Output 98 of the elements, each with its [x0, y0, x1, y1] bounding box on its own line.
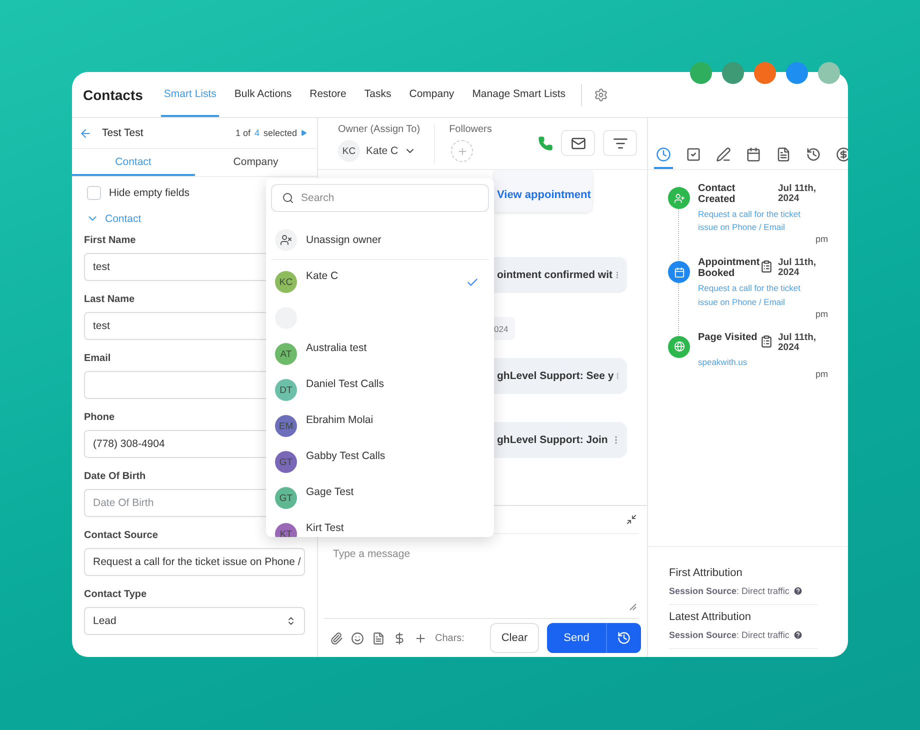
char-count: Chars:: [435, 632, 464, 644]
user-avatar[interactable]: [786, 62, 808, 84]
help-icon[interactable]: [793, 586, 804, 596]
dollar-icon[interactable]: [393, 632, 406, 644]
plus-icon: [456, 146, 468, 156]
event-date: Jul 11th, 2024: [778, 258, 818, 278]
event-date: Jul 11th, 2024: [778, 184, 818, 204]
owner-select[interactable]: KC Kate C: [338, 140, 420, 162]
collapse-icon[interactable]: [626, 514, 637, 525]
detail-tab[interactable]: Company: [194, 149, 317, 176]
user-avatar: DT: [275, 379, 297, 401]
user-name: Daniel Test Calls: [306, 378, 386, 390]
search-placeholder: Search: [301, 192, 334, 204]
field-label: Date Of Birth: [84, 471, 146, 482]
message-text: ointment confirmed wit: [497, 269, 612, 281]
user-name: Kate C: [306, 270, 340, 282]
select-field[interactable]: Lead: [84, 607, 305, 635]
pager-text: 1 of: [235, 128, 250, 138]
checkbox-label: Hide empty fields: [109, 187, 190, 199]
event-time: pm: [814, 368, 829, 379]
field-label: Contact Source: [84, 530, 158, 541]
user-avatar: GT: [275, 487, 297, 509]
nav-tab[interactable]: Company: [406, 72, 458, 117]
user-avatar[interactable]: [690, 62, 712, 84]
activity-tab[interactable]: [654, 147, 673, 169]
plus-icon[interactable]: [414, 632, 427, 644]
mail-icon: [570, 136, 586, 150]
attach-icon[interactable]: [330, 632, 343, 644]
updown-icon: [286, 616, 296, 626]
nav-tab[interactable]: Bulk Actions: [231, 72, 295, 117]
field-label: Phone: [84, 412, 115, 423]
event-title: Appointment Booked: [698, 258, 760, 280]
search-icon: [282, 192, 294, 204]
nav-tab[interactable]: Manage Smart Lists: [469, 72, 569, 117]
message-text: ghLevel Support: Join: [497, 434, 608, 446]
filter-icon: [612, 136, 628, 150]
user-name: Ebrahim Molai: [306, 414, 374, 426]
user-avatar[interactable]: [818, 62, 840, 84]
session-source: Session Source: Direct traffic: [669, 586, 790, 596]
back-arrow-icon[interactable]: [79, 126, 92, 140]
event-title: Contact Created: [698, 184, 736, 205]
unassign-item[interactable]: Unassign owner: [271, 220, 489, 260]
clipboard-icon[interactable]: [760, 260, 773, 274]
nav-tab[interactable]: Tasks: [361, 72, 394, 117]
attribution-title: Latest Attribution: [669, 611, 752, 623]
email-button[interactable]: [561, 130, 595, 156]
user-name: Gabby Test Calls: [306, 450, 386, 462]
user-avatar: KT: [275, 523, 297, 537]
attribution-title: First Attribution: [669, 567, 744, 579]
owner-label: Owner (Assign To): [338, 124, 420, 135]
user-avatar[interactable]: [722, 62, 744, 84]
user-avatar: GT: [275, 451, 297, 473]
help-icon[interactable]: [793, 630, 804, 640]
date-text: 024: [494, 324, 508, 334]
field-label: Last Name: [84, 294, 135, 305]
pager-count: 4: [254, 128, 260, 138]
filter-button[interactable]: [603, 130, 637, 156]
user-remove-icon: [280, 234, 292, 246]
checkbox[interactable]: [87, 186, 101, 200]
view-appointment-link[interactable]: View appointment: [497, 189, 591, 201]
event-time: pm: [814, 308, 829, 319]
clipboard-icon[interactable]: [760, 334, 773, 348]
schedule-button[interactable]: [607, 623, 641, 653]
pager-text: selected: [263, 128, 297, 138]
resize-grip-icon[interactable]: [629, 603, 637, 611]
message-text: ghLevel Support: See y: [497, 370, 614, 382]
clear-button[interactable]: Clear: [490, 623, 539, 653]
user-item[interactable]: KT Kirt Test: [271, 516, 489, 537]
user-avatar: EM: [275, 415, 297, 437]
settings-icon[interactable]: [594, 88, 608, 102]
contact-name: Test Test: [102, 127, 144, 140]
message-placeholder: Type a message: [333, 548, 410, 560]
nav-tab[interactable]: Restore: [306, 72, 350, 117]
unassign-label: Unassign owner: [306, 234, 382, 246]
session-source: Session Source: Direct traffic: [669, 630, 790, 640]
clock-icon: [617, 631, 631, 645]
search-field[interactable]: Search: [271, 184, 489, 212]
field-label: Email: [84, 353, 111, 364]
page-title: Contacts: [83, 86, 143, 104]
user-name: Gage Test: [306, 486, 355, 498]
send-button[interactable]: Send: [547, 623, 607, 653]
user-name: Australia test: [306, 342, 368, 354]
user-name: Kirt Test: [306, 522, 345, 534]
followers-label: Followers: [449, 124, 493, 135]
user-avatar: KC: [275, 271, 297, 293]
emoji-icon[interactable]: [351, 632, 364, 644]
event-time: pm: [814, 234, 829, 244]
user-avatar: AT: [275, 343, 297, 365]
user-avatar[interactable]: [754, 62, 776, 84]
event-title: Page Visited: [698, 332, 758, 344]
document-icon[interactable]: [372, 632, 385, 644]
next-icon[interactable]: [301, 130, 307, 136]
field-label: Contact Type: [84, 589, 147, 600]
user-item[interactable]: DT Daniel Test Calls: [271, 372, 489, 408]
input-field[interactable]: Request a call for the ticket issue on Phone /: [84, 548, 305, 576]
phone-icon[interactable]: [538, 136, 553, 150]
event-date: Jul 11th, 2024: [778, 332, 818, 353]
field-label: First Name: [84, 235, 136, 246]
